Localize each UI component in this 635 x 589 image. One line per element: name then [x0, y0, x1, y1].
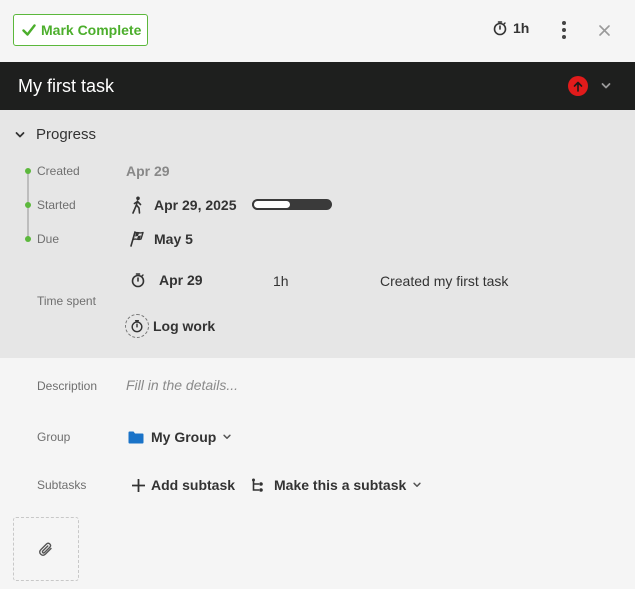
due-date: May 5 — [154, 230, 193, 247]
log-work-button[interactable]: Log work — [125, 314, 215, 338]
stopwatch-icon — [131, 273, 145, 288]
group-selector[interactable]: My Group — [128, 429, 232, 445]
close-icon — [598, 24, 610, 36]
due-label: Due — [37, 232, 60, 246]
time-entry-note: Created my first task — [380, 273, 509, 289]
chevron-down-icon — [223, 434, 232, 439]
progress-bar-fill — [252, 199, 292, 210]
attach-file-button[interactable] — [13, 517, 79, 581]
add-subtask-button[interactable]: Add subtask — [132, 477, 235, 493]
subtask-tree-icon — [252, 478, 263, 492]
chevron-down-icon — [15, 131, 25, 137]
mark-complete-button[interactable]: Mark Complete — [13, 14, 148, 46]
log-work-label: Log work — [153, 318, 216, 334]
mark-complete-label: Mark Complete — [41, 22, 142, 38]
progress-toggle[interactable]: Progress — [14, 126, 96, 143]
arrow-up-icon — [573, 81, 583, 92]
started-label: Started — [37, 198, 76, 212]
log-work-icon-ring — [125, 314, 149, 338]
progress-heading: Progress — [36, 126, 97, 143]
due-date-button[interactable]: May 5 — [129, 230, 193, 247]
group-value: My Group — [151, 429, 217, 445]
time-tracked-button[interactable]: 1h — [492, 20, 529, 36]
title-menu-toggle[interactable] — [600, 79, 612, 97]
add-subtask-label: Add subtask — [151, 477, 236, 493]
plus-icon — [132, 478, 145, 492]
priority-badge[interactable] — [568, 76, 588, 96]
group-label: Group — [37, 430, 71, 444]
progress-section — [0, 110, 635, 358]
time-spent-label: Time spent — [37, 294, 96, 308]
time-entry-date: Apr 29 — [159, 272, 203, 288]
make-subtask-button[interactable]: Make this a subtask — [251, 477, 422, 493]
timeline-dot-created — [25, 168, 31, 174]
chevron-down-icon — [601, 83, 611, 89]
description-label: Description — [37, 379, 98, 393]
started-date-button[interactable]: Apr 29, 2025 — [129, 196, 237, 214]
finish-flag-icon — [130, 231, 144, 247]
make-subtask-label: Make this a subtask — [274, 477, 407, 493]
progress-bar — [252, 199, 332, 210]
folder-icon — [128, 431, 144, 443]
walking-person-icon — [132, 196, 142, 214]
more-options-button[interactable] — [556, 19, 572, 41]
chevron-down-icon — [413, 482, 421, 487]
close-button[interactable] — [594, 20, 614, 40]
time-entry-row[interactable]: Apr 29 — [130, 272, 203, 288]
top-toolbar: Mark Complete 1h — [0, 0, 635, 62]
kebab-icon — [562, 21, 566, 39]
subtasks-label: Subtasks — [37, 478, 87, 492]
started-date: Apr 29, 2025 — [154, 197, 237, 213]
paperclip-icon — [39, 542, 52, 556]
description-input[interactable]: Fill in the details... — [126, 377, 238, 393]
check-icon — [22, 24, 36, 36]
time-entry-duration: 1h — [273, 273, 289, 289]
timeline-dot-started — [25, 202, 31, 208]
created-label: Created — [37, 164, 80, 178]
stopwatch-icon — [131, 320, 143, 333]
task-title[interactable]: My first task — [18, 76, 114, 97]
timer-value: 1h — [513, 20, 530, 36]
task-title-bar: My first task — [0, 62, 635, 110]
stopwatch-icon — [493, 21, 507, 36]
created-date: Apr 29 — [126, 163, 170, 179]
timeline-dot-due — [25, 236, 31, 242]
